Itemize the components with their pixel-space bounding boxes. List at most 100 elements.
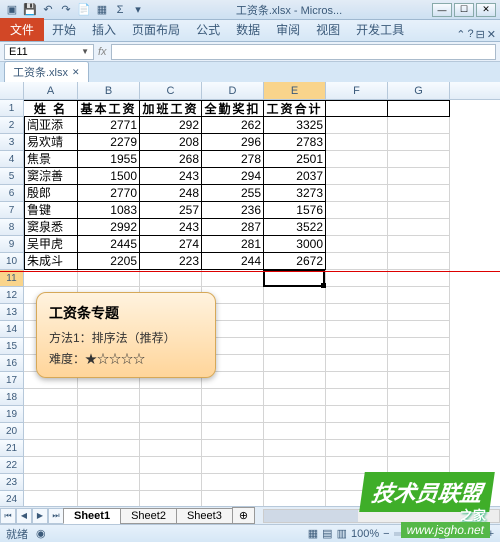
ribbon-minimize-icon[interactable]: ⌃	[456, 28, 465, 41]
tab-review[interactable]: 审阅	[268, 18, 308, 41]
cell[interactable]: 焦景	[24, 151, 78, 168]
col-header-E[interactable]: E	[264, 82, 326, 99]
cell[interactable]	[264, 474, 326, 491]
cell[interactable]	[140, 270, 202, 287]
cell[interactable]	[264, 321, 326, 338]
cell[interactable]	[326, 100, 388, 117]
cell[interactable]	[326, 134, 388, 151]
cell[interactable]	[326, 406, 388, 423]
cell[interactable]	[202, 270, 264, 287]
cell[interactable]: 262	[202, 117, 264, 134]
print-preview-icon[interactable]: 📄	[76, 2, 92, 18]
cell[interactable]: 208	[140, 134, 202, 151]
row-header[interactable]: 10	[0, 253, 24, 270]
cell[interactable]: 2771	[78, 117, 140, 134]
macro-record-icon[interactable]: ◉	[36, 527, 46, 540]
tab-formulas[interactable]: 公式	[188, 18, 228, 41]
sheet-nav-next[interactable]: ▶	[32, 508, 48, 524]
cell[interactable]	[24, 440, 78, 457]
row-header[interactable]: 8	[0, 219, 24, 236]
cell[interactable]: 236	[202, 202, 264, 219]
excel-icon[interactable]: ▣	[4, 2, 20, 18]
cell[interactable]: 1576	[264, 202, 326, 219]
row-header[interactable]: 13	[0, 304, 24, 321]
cell[interactable]: 易欢靖	[24, 134, 78, 151]
maximize-button[interactable]: ☐	[454, 3, 474, 17]
cell[interactable]: 2445	[78, 236, 140, 253]
cell[interactable]: 殷郎	[24, 185, 78, 202]
cell[interactable]: 工资合计	[264, 100, 326, 117]
row-header[interactable]: 21	[0, 440, 24, 457]
cell[interactable]	[140, 389, 202, 406]
cell[interactable]	[202, 440, 264, 457]
cell[interactable]	[202, 423, 264, 440]
cell[interactable]	[264, 389, 326, 406]
cell[interactable]	[264, 355, 326, 372]
cell[interactable]: 248	[140, 185, 202, 202]
cell[interactable]: 2037	[264, 168, 326, 185]
zoom-out-button[interactable]: −	[383, 528, 389, 540]
tab-pagelayout[interactable]: 页面布局	[124, 18, 188, 41]
cell[interactable]	[78, 270, 140, 287]
row-header[interactable]: 17	[0, 372, 24, 389]
cell[interactable]: 278	[202, 151, 264, 168]
cell[interactable]	[202, 457, 264, 474]
cell[interactable]	[388, 287, 450, 304]
cell[interactable]: 281	[202, 236, 264, 253]
cell[interactable]	[202, 406, 264, 423]
cell[interactable]	[388, 389, 450, 406]
cell[interactable]: 3325	[264, 117, 326, 134]
cell[interactable]	[326, 338, 388, 355]
col-header-G[interactable]: G	[388, 82, 450, 99]
sigma-icon[interactable]: Σ	[112, 2, 128, 18]
cell[interactable]	[140, 423, 202, 440]
select-all-corner[interactable]	[0, 82, 24, 99]
cell[interactable]: 2992	[78, 219, 140, 236]
name-box-dropdown-icon[interactable]: ▼	[81, 47, 89, 56]
cell[interactable]: 223	[140, 253, 202, 270]
cell[interactable]: 2279	[78, 134, 140, 151]
cell[interactable]	[24, 474, 78, 491]
cell[interactable]	[24, 457, 78, 474]
cell[interactable]: 1083	[78, 202, 140, 219]
cell[interactable]	[264, 440, 326, 457]
view-pagebreak-icon[interactable]: ▥	[337, 527, 347, 540]
cell[interactable]	[264, 406, 326, 423]
cell[interactable]	[202, 389, 264, 406]
row-header[interactable]: 5	[0, 168, 24, 185]
cell[interactable]: 2783	[264, 134, 326, 151]
sheet-nav-prev[interactable]: ◀	[16, 508, 32, 524]
cell[interactable]: 274	[140, 236, 202, 253]
file-tab[interactable]: 文件	[0, 18, 44, 41]
cell[interactable]: 1955	[78, 151, 140, 168]
redo-icon[interactable]: ↷	[58, 2, 74, 18]
cell[interactable]	[24, 406, 78, 423]
cell[interactable]: 朱成斗	[24, 253, 78, 270]
cell[interactable]	[264, 423, 326, 440]
sheet-tab-2[interactable]: Sheet2	[120, 508, 177, 524]
cell[interactable]	[78, 389, 140, 406]
cell[interactable]	[78, 474, 140, 491]
cell[interactable]	[326, 270, 388, 287]
formula-bar[interactable]	[111, 44, 496, 60]
cell[interactable]	[388, 440, 450, 457]
cell[interactable]	[388, 219, 450, 236]
cell[interactable]	[326, 423, 388, 440]
cell[interactable]	[264, 304, 326, 321]
cell[interactable]: 加班工资	[140, 100, 202, 117]
row-header[interactable]: 4	[0, 151, 24, 168]
row-header[interactable]: 14	[0, 321, 24, 338]
cell[interactable]	[388, 338, 450, 355]
cell[interactable]	[264, 372, 326, 389]
cell[interactable]: 255	[202, 185, 264, 202]
view-normal-icon[interactable]: ▦	[308, 527, 318, 540]
cell[interactable]	[388, 253, 450, 270]
row-header[interactable]: 15	[0, 338, 24, 355]
col-header-B[interactable]: B	[78, 82, 140, 99]
cell[interactable]: 鲁键	[24, 202, 78, 219]
cell[interactable]	[326, 185, 388, 202]
col-header-D[interactable]: D	[202, 82, 264, 99]
fx-label[interactable]: fx	[98, 46, 107, 58]
cell[interactable]: 243	[140, 168, 202, 185]
workbook-tab[interactable]: 工资条.xlsx ✕	[4, 61, 89, 82]
